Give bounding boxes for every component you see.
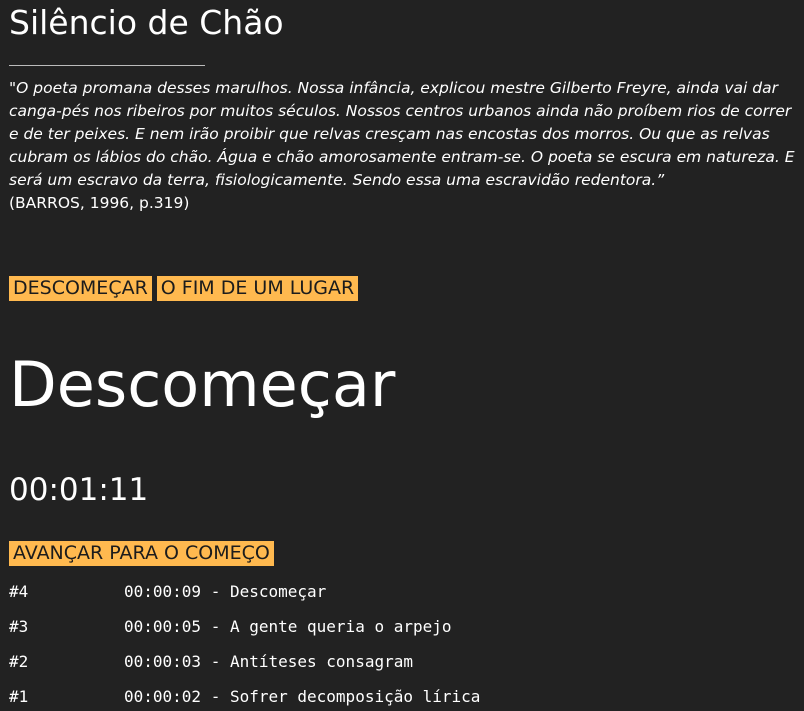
fim-de-um-lugar-button[interactable]: O FIM DE UM LUGAR <box>156 276 359 301</box>
advance-to-beginning-button[interactable]: AVANÇAR PARA O COMEÇO <box>9 541 274 566</box>
history-list: #4 00:00:09 - Descomeçar #3 00:00:05 - A… <box>9 581 480 711</box>
chapter-nav: DESCOMEÇAR O FIM DE UM LUGAR <box>9 276 359 301</box>
history-item-entry: 00:00:09 - Descomeçar <box>124 582 327 601</box>
history-item-number: #4 <box>9 582 29 601</box>
advance-container: AVANÇAR PARA O COMEÇO <box>9 541 274 566</box>
epigraph-citation: (BARROS, 1996, p.319) <box>9 194 190 212</box>
history-item-entry: 00:00:05 - A gente queria o arpejo <box>124 617 452 636</box>
elapsed-timer: 00:01:11 <box>9 472 149 508</box>
epigraph-quote: "O poeta promana desses marulhos. Nossa … <box>9 79 795 189</box>
history-item-entry: 00:00:03 - Antíteses consagram <box>124 652 413 671</box>
history-item-number: #3 <box>9 617 29 636</box>
title-divider <box>9 65 205 66</box>
descomecar-button[interactable]: DESCOMEÇAR <box>9 276 152 301</box>
page-title: Silêncio de Chão <box>9 3 284 42</box>
history-item: #3 00:00:05 - A gente queria o arpejo <box>9 616 480 651</box>
history-item: #2 00:00:03 - Antíteses consagram <box>9 651 480 686</box>
history-item: #1 00:00:02 - Sofrer decomposição lírica <box>9 686 480 711</box>
history-item-number: #2 <box>9 652 29 671</box>
history-item-number: #1 <box>9 687 29 706</box>
history-item-entry: 00:00:02 - Sofrer decomposição lírica <box>124 687 481 706</box>
history-item: #4 00:00:09 - Descomeçar <box>9 581 480 616</box>
section-heading: Descomeçar <box>9 348 396 421</box>
